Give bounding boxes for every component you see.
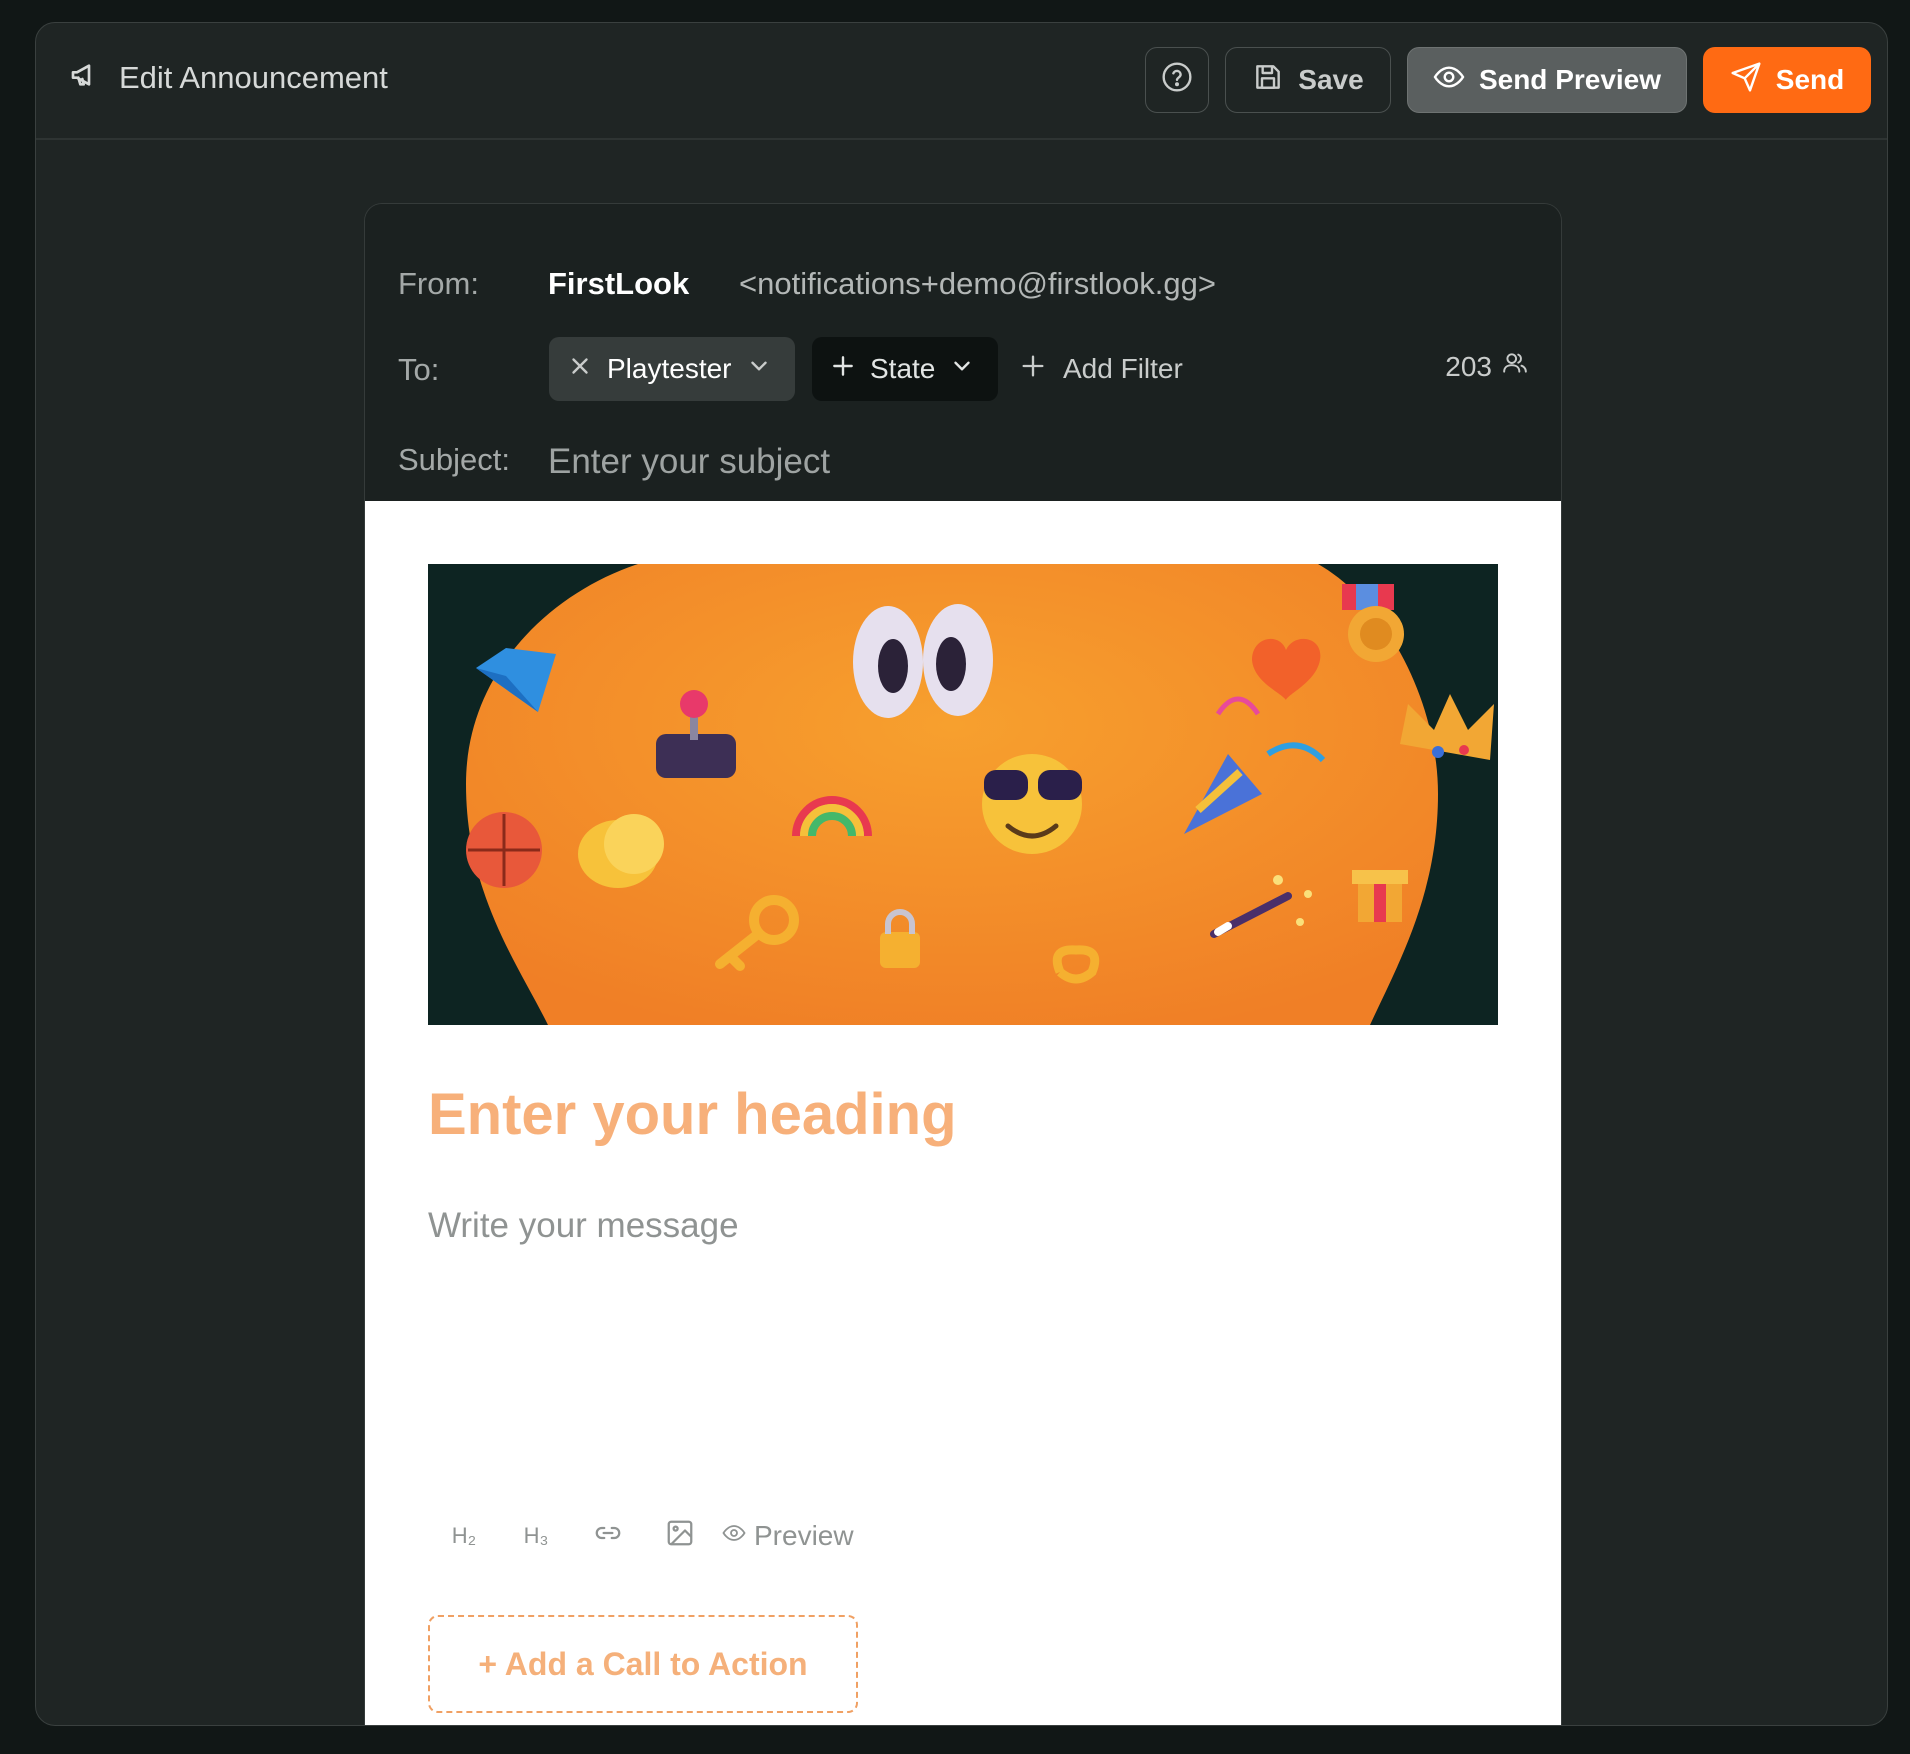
filter-chip-state[interactable]: State <box>812 337 998 401</box>
heading-input[interactable]: Enter your heading <box>428 1081 957 1148</box>
preview-toggle[interactable]: Preview <box>722 1520 854 1552</box>
chevron-down-icon <box>949 353 975 386</box>
filter-chip-label: Playtester <box>607 353 732 384</box>
link-icon <box>593 1518 623 1554</box>
formatting-toolbar: H₂ H₃ Preview <box>428 1511 854 1561</box>
add-call-to-action-button[interactable]: + Add a Call to Action <box>428 1615 858 1713</box>
emoji-banner-illustration <box>428 564 1498 1025</box>
send-preview-button[interactable]: Send Preview <box>1407 47 1687 113</box>
filter-chip-label: State <box>870 353 936 384</box>
filter-chip-playtester[interactable]: Playtester <box>549 337 795 401</box>
email-header: From: FirstLook <notifications+demo@firs… <box>365 204 1561 501</box>
send-preview-label: Send Preview <box>1478 64 1662 95</box>
announcement-editor-window: Edit Announcement Save Send Preview Send… <box>35 22 1888 1726</box>
from-email: <notifications+demo@firstlook.gg> <box>739 266 1216 301</box>
send-label: Send <box>1775 64 1845 95</box>
save-label: Save <box>1298 64 1364 95</box>
image-icon <box>665 1518 695 1554</box>
link-button[interactable] <box>572 1511 644 1561</box>
page-title-text: Edit Announcement <box>119 59 388 95</box>
help-button[interactable] <box>1145 47 1209 113</box>
eye-icon <box>722 1520 746 1552</box>
subject-input[interactable] <box>548 442 1448 482</box>
heading-2-button[interactable]: H₂ <box>428 1511 500 1561</box>
help-circle-icon <box>1161 61 1193 100</box>
message-input[interactable]: Write your message <box>428 1206 739 1246</box>
from-label: From: <box>398 266 479 301</box>
users-icon <box>1502 350 1528 383</box>
chevron-down-icon <box>746 353 772 386</box>
floppy-disk-icon <box>1252 61 1284 100</box>
banner-image[interactable] <box>428 564 1498 1025</box>
plus-icon <box>1019 352 1047 387</box>
heading-3-button[interactable]: H₃ <box>500 1511 572 1561</box>
save-button[interactable]: Save <box>1225 47 1391 113</box>
from-name: FirstLook <box>548 266 690 301</box>
email-body: Enter your heading Write your message H₂… <box>365 501 1561 1725</box>
email-composer: From: FirstLook <notifications+demo@firs… <box>364 203 1562 1725</box>
preview-label: Preview <box>754 1520 854 1551</box>
add-filter-label: Add Filter <box>1063 353 1183 384</box>
add-filter-button[interactable]: Add Filter <box>1019 337 1183 401</box>
close-icon[interactable] <box>567 353 593 386</box>
plus-icon <box>830 353 856 386</box>
page-title: Edit Announcement <box>69 59 388 96</box>
subject-label: Subject: <box>398 442 511 477</box>
send-button[interactable]: Send <box>1703 47 1871 113</box>
recipient-count-value: 203 <box>1445 350 1492 382</box>
top-bar: Edit Announcement Save Send Preview Send <box>36 23 1887 140</box>
recipient-count: 203 <box>1445 350 1528 383</box>
image-button[interactable] <box>644 1511 716 1561</box>
paper-plane-icon <box>1730 61 1762 100</box>
megaphone-icon <box>69 59 101 96</box>
to-label: To: <box>398 352 440 387</box>
eye-icon <box>1433 61 1465 100</box>
